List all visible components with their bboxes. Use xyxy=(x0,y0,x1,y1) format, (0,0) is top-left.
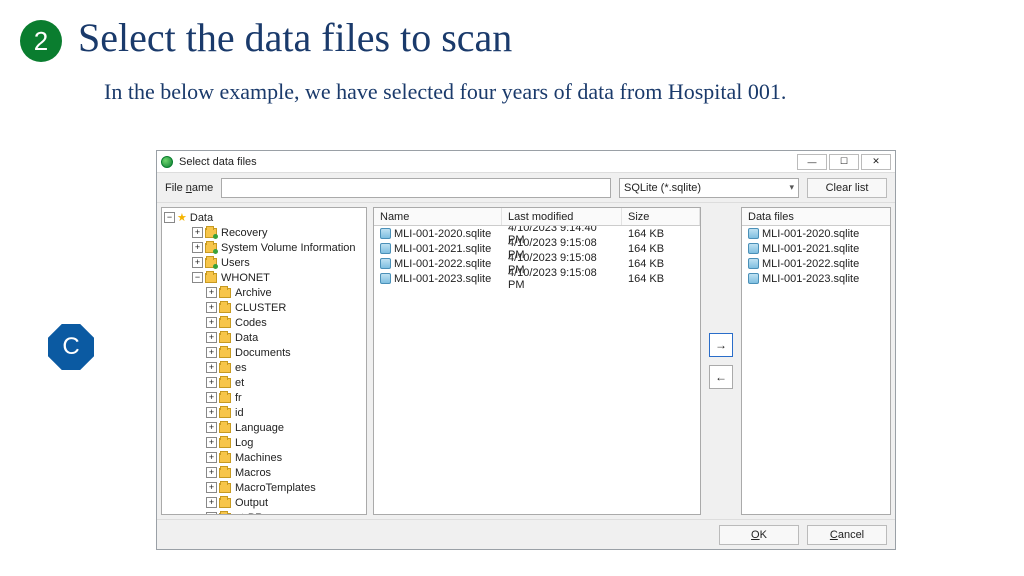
tree-folder[interactable]: +et xyxy=(164,375,364,390)
folder-icon xyxy=(205,243,217,253)
database-file-icon xyxy=(380,228,391,239)
dialog-toolbar: File name SQLite (*.sqlite) ▾ Clear list xyxy=(157,173,895,203)
folder-icon xyxy=(219,423,231,433)
tree-folder[interactable]: +Language xyxy=(164,420,364,435)
folder-icon xyxy=(219,303,231,313)
folder-icon xyxy=(219,363,231,373)
slide-title: Select the data files to scan xyxy=(78,14,512,61)
selected-file-row[interactable]: MLI-001-2023.sqlite xyxy=(742,271,890,286)
folder-icon xyxy=(219,438,231,448)
file-name-label: File name xyxy=(165,182,213,194)
selected-files-header: Data files xyxy=(742,208,890,226)
folder-icon xyxy=(219,453,231,463)
tree-folder[interactable]: +fr xyxy=(164,390,364,405)
folder-tree-panel[interactable]: − ★ Data +Recovery+System Volume Informa… xyxy=(161,207,367,515)
tree-folder[interactable]: −WHONET xyxy=(164,270,364,285)
tree-folder[interactable]: +Data xyxy=(164,330,364,345)
dialog-titlebar: Select data files xyxy=(157,151,895,173)
col-header-name[interactable]: Name xyxy=(374,208,502,225)
tree-folder[interactable]: +MacroTemplates xyxy=(164,480,364,495)
tree-folder[interactable]: +System Volume Information xyxy=(164,240,364,255)
file-row[interactable]: MLI-001-2023.sqlite4/10/2023 9:15:08 PM1… xyxy=(374,271,700,286)
folder-icon xyxy=(219,513,231,516)
folder-icon xyxy=(219,498,231,508)
col-header-size[interactable]: Size xyxy=(622,208,700,225)
folder-icon xyxy=(205,258,217,268)
folder-icon xyxy=(219,288,231,298)
folder-icon xyxy=(219,408,231,418)
folder-icon xyxy=(219,468,231,478)
remove-file-button[interactable]: ← xyxy=(709,365,733,389)
tree-folder[interactable]: +Log xyxy=(164,435,364,450)
callout-badge-c: C xyxy=(48,324,94,370)
selected-file-row[interactable]: MLI-001-2021.sqlite xyxy=(742,241,890,256)
tree-folder[interactable]: +CLUSTER xyxy=(164,300,364,315)
database-file-icon xyxy=(748,258,759,269)
slide-subtitle: In the below example, we have selected f… xyxy=(104,78,984,107)
folder-icon xyxy=(205,228,217,238)
folder-icon xyxy=(219,318,231,328)
file-type-value: SQLite (*.sqlite) xyxy=(624,182,701,194)
cancel-button[interactable]: Cancel xyxy=(807,525,887,545)
tree-folder[interactable]: +pt-BR xyxy=(164,510,364,515)
window-maximize-button[interactable] xyxy=(829,154,859,170)
add-file-button[interactable]: → xyxy=(709,333,733,357)
step-number-badge: 2 xyxy=(20,20,62,62)
window-close-button[interactable] xyxy=(861,154,891,170)
database-file-icon xyxy=(748,243,759,254)
tree-folder[interactable]: +Machines xyxy=(164,450,364,465)
tree-folder[interactable]: +Codes xyxy=(164,315,364,330)
file-list-panel[interactable]: Name Last modified Size MLI-001-2020.sql… xyxy=(373,207,701,515)
star-icon: ★ xyxy=(177,211,187,224)
col-header-modified[interactable]: Last modified xyxy=(502,208,622,225)
window-minimize-button[interactable] xyxy=(797,154,827,170)
file-name-input[interactable] xyxy=(221,178,611,198)
tree-folder[interactable]: +Output xyxy=(164,495,364,510)
dialog-title: Select data files xyxy=(179,156,791,168)
database-file-icon xyxy=(748,273,759,284)
tree-folder[interactable]: +Macros xyxy=(164,465,364,480)
tree-folder[interactable]: +Recovery xyxy=(164,225,364,240)
file-type-dropdown[interactable]: SQLite (*.sqlite) ▾ xyxy=(619,178,799,198)
app-icon xyxy=(161,156,173,168)
chevron-down-icon: ▾ xyxy=(789,182,794,193)
tree-folder[interactable]: +Archive xyxy=(164,285,364,300)
database-file-icon xyxy=(380,243,391,254)
tree-folder[interactable]: +Users xyxy=(164,255,364,270)
folder-icon xyxy=(219,378,231,388)
folder-icon xyxy=(219,348,231,358)
select-data-files-dialog: Select data files File name SQLite (*.sq… xyxy=(156,150,896,550)
ok-button[interactable]: OK xyxy=(719,525,799,545)
folder-icon xyxy=(219,333,231,343)
selected-files-panel[interactable]: Data files MLI-001-2020.sqliteMLI-001-20… xyxy=(741,207,891,515)
tree-root[interactable]: − ★ Data xyxy=(164,210,364,225)
database-file-icon xyxy=(380,273,391,284)
database-file-icon xyxy=(748,228,759,239)
selected-file-row[interactable]: MLI-001-2022.sqlite xyxy=(742,256,890,271)
folder-icon xyxy=(219,393,231,403)
folder-icon xyxy=(219,483,231,493)
folder-icon xyxy=(205,273,217,283)
tree-folder[interactable]: +Documents xyxy=(164,345,364,360)
tree-folder[interactable]: +id xyxy=(164,405,364,420)
tree-folder[interactable]: +es xyxy=(164,360,364,375)
selected-file-row[interactable]: MLI-001-2020.sqlite xyxy=(742,226,890,241)
clear-list-button[interactable]: Clear list xyxy=(807,178,887,198)
database-file-icon xyxy=(380,258,391,269)
